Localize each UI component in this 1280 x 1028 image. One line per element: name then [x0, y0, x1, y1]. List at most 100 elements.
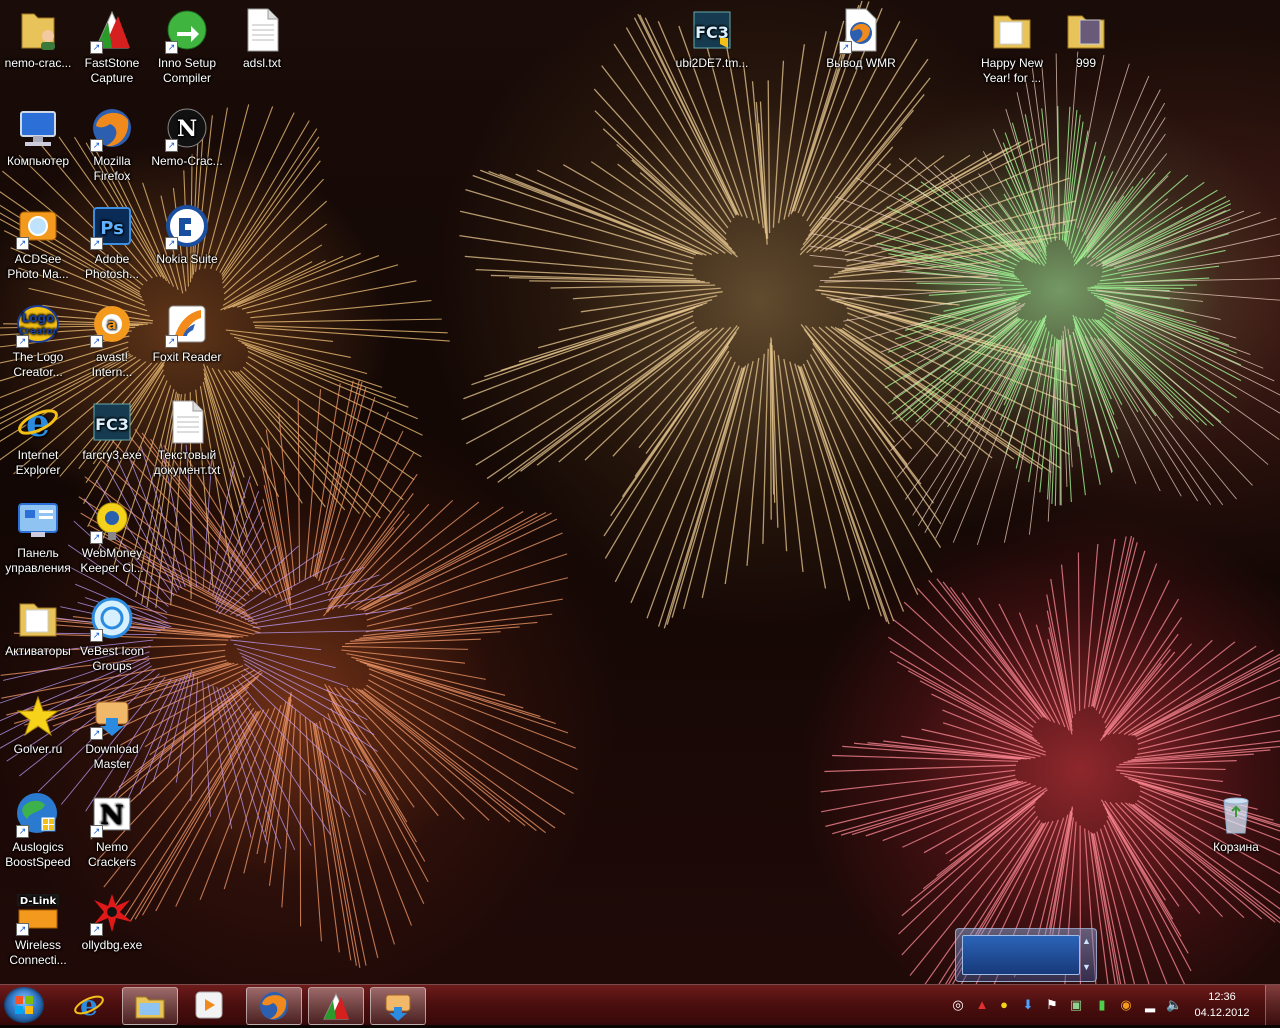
network-icon[interactable]: ▣ [1068, 997, 1084, 1013]
folder-icon [1062, 6, 1110, 54]
text-file-icon [238, 6, 286, 54]
desktop-icon-wmr[interactable]: ↗ Вывод WMR [823, 6, 899, 71]
desktop-icon-label: Nemo Crackers [74, 840, 150, 870]
shortcut-arrow-icon: ↗ [16, 825, 29, 838]
desktop-icon-label: Nokia Suite [149, 252, 225, 267]
faststone-icon[interactable]: ▲ [974, 997, 990, 1013]
desktop-icon-ie[interactable]: e Internet Explorer [0, 398, 76, 478]
desktop-icon-label: 999 [1048, 56, 1124, 71]
desktop-icon-avast[interactable]: a ↗ avast! Intern... [74, 300, 150, 380]
signal-icon[interactable]: ▮ [1094, 997, 1110, 1013]
download-icon[interactable]: ⬇ [1020, 997, 1036, 1013]
nokia-suite-icon[interactable]: ◎ [950, 997, 966, 1013]
taskbar-media-player-button[interactable] [182, 987, 236, 1023]
desktop-icon-label: Auslogics BoostSpeed [0, 840, 76, 870]
taskbar-firefox-button[interactable] [246, 987, 302, 1025]
gadget-scroll-arrows[interactable]: ▲▼ [1082, 935, 1092, 973]
avast-icon[interactable]: ◉ [1118, 997, 1134, 1013]
desktop-icon-label: Панель управления [0, 546, 76, 576]
desktop-icon-photoshop[interactable]: Ps ↗ Adobe Photosh... [74, 202, 150, 282]
shortcut-arrow-icon: ↗ [165, 237, 178, 250]
shortcut-arrow-icon: ↗ [90, 825, 103, 838]
shortcut-arrow-icon: ↗ [90, 237, 103, 250]
desktop-icon-label: Golver.ru [0, 742, 76, 757]
taskbar-faststone-button[interactable] [308, 987, 364, 1025]
svg-text:Ps: Ps [100, 218, 124, 239]
star-icon [14, 692, 62, 740]
desktop-icon-label: Inno Setup Compiler [149, 56, 225, 86]
desktop-icon-auslogics[interactable]: ↗ Auslogics BoostSpeed [0, 790, 76, 870]
desktop-icon-computer[interactable]: Компьютер [0, 104, 76, 169]
desktop-icon-label: avast! Intern... [74, 350, 150, 380]
wireless-signal-icon[interactable]: ▂ [1142, 997, 1158, 1013]
desktop-icon-label: Nemo-Crac... [149, 154, 225, 169]
photoshop-icon: Ps ↗ [88, 202, 136, 250]
desktop-icon-label: Happy New Year! for ... [974, 56, 1050, 86]
firefox-file-icon: ↗ [837, 6, 885, 54]
desktop-icon-firefox[interactable]: ↗ Mozilla Firefox [74, 104, 150, 184]
desktop-icon-label: WebMoney Keeper Cl... [74, 546, 150, 576]
desktop-icon-textdoc[interactable]: Текстовый документ.txt [149, 398, 225, 478]
media-player-icon [194, 990, 224, 1020]
desktop-icon-foxit[interactable]: ↗ Foxit Reader [149, 300, 225, 365]
desktop-icon-activators[interactable]: Активаторы [0, 594, 76, 659]
desktop-icon-adsl[interactable]: adsl.txt [224, 6, 300, 71]
desktop-icon-nemo-crac2[interactable]: N ↗ Nemo-Crac... [149, 104, 225, 169]
nokia-suite-icon: ↗ [163, 202, 211, 250]
desktop-icon-label: Wireless Connecti... [0, 938, 76, 968]
desktop-icon-label: nemo-crac... [0, 56, 76, 71]
desktop-icon-ollydbg[interactable]: ↗ ollydbg.exe [74, 888, 150, 953]
desktop-icon-control-panel[interactable]: Панель управления [0, 496, 76, 576]
taskbar-clock[interactable]: 12:36 04.12.2012 [1190, 989, 1254, 1021]
farcry3-icon: FC3 [88, 398, 136, 446]
shortcut-arrow-icon: ↗ [90, 139, 103, 152]
firework-burst [809, 52, 1280, 545]
ollydbg-icon: ↗ [88, 888, 136, 936]
desktop-icon-faststone[interactable]: ↗ FastStone Capture [74, 6, 150, 86]
desktop-icon-inno[interactable]: ↗ Inno Setup Compiler [149, 6, 225, 86]
shortcut-arrow-icon: ↗ [90, 531, 103, 544]
desktop-icon-nemo-crackers[interactable]: N ↗ Nemo Crackers [74, 790, 150, 870]
desktop-icon-download-master[interactable]: ↗ Download Master [74, 692, 150, 772]
desktop-icon-dlink[interactable]: D-Link ↗ Wireless Connecti... [0, 888, 76, 968]
desktop-icon-nokia[interactable]: ↗ Nokia Suite [149, 202, 225, 267]
desktop-icon-label: Adobe Photosh... [74, 252, 150, 282]
firework-burst [821, 536, 1280, 984]
acdsee-icon: ↗ [14, 202, 62, 250]
faststone-icon [321, 991, 351, 1021]
desktop-icon-logo-creator[interactable]: LogoCreator ↗ The Logo Creator... [0, 300, 76, 380]
desktop-icon-acdsee[interactable]: ↗ ACDSee Photo Ma... [0, 202, 76, 282]
volume-icon[interactable]: 🔈 [1166, 997, 1182, 1013]
shortcut-arrow-icon: ↗ [90, 629, 103, 642]
desktop-icon-golver[interactable]: Golver.ru [0, 692, 76, 757]
taskbar-ie-button[interactable]: e [62, 987, 116, 1023]
desktop-icon-vebest[interactable]: ↗ VeBest Icon Groups [74, 594, 150, 674]
desktop-icon-farcry3[interactable]: FC3 farcry3.exe [74, 398, 150, 463]
avast-icon: a ↗ [88, 300, 136, 348]
desktop-icon-label: Internet Explorer [0, 448, 76, 478]
show-desktop-button[interactable] [1265, 985, 1280, 1025]
svg-text:N: N [177, 116, 197, 142]
svg-text:Logo: Logo [22, 311, 55, 325]
desktop-icon-folder-999[interactable]: 999 [1048, 6, 1124, 71]
start-button[interactable] [4, 987, 44, 1023]
desktop-icon-ubi[interactable]: FC3 ubi2DE7.tm... [674, 6, 750, 71]
webmoney-icon: ↗ [88, 496, 136, 544]
svg-text:e: e [80, 989, 98, 1021]
svg-text:FC3: FC3 [95, 415, 129, 434]
taskbar-download-master-button[interactable] [370, 987, 426, 1025]
desktop-icon-nemo-crack-folder[interactable]: nemo-crac... [0, 6, 76, 71]
svg-text:e: e [26, 400, 50, 444]
action-center-flag-icon[interactable]: ⚑ [1044, 997, 1060, 1013]
internet-explorer-icon: e [73, 989, 105, 1021]
desktop-icon-recycle-bin[interactable]: Корзина [1198, 790, 1274, 855]
windows-start-icon [4, 987, 44, 1023]
desktop-gadget[interactable]: ▲▼ [955, 928, 1097, 982]
taskbar-explorer-button[interactable] [122, 987, 178, 1025]
firefox-icon: ↗ [88, 104, 136, 152]
desktop-icon-label: Компьютер [0, 154, 76, 169]
desktop-icon-happy-new-year[interactable]: Happy New Year! for ... [974, 6, 1050, 86]
webmoney-icon[interactable]: ● [996, 997, 1012, 1013]
desktop-icon-webmoney[interactable]: ↗ WebMoney Keeper Cl... [74, 496, 150, 576]
text-file-icon [163, 398, 211, 446]
